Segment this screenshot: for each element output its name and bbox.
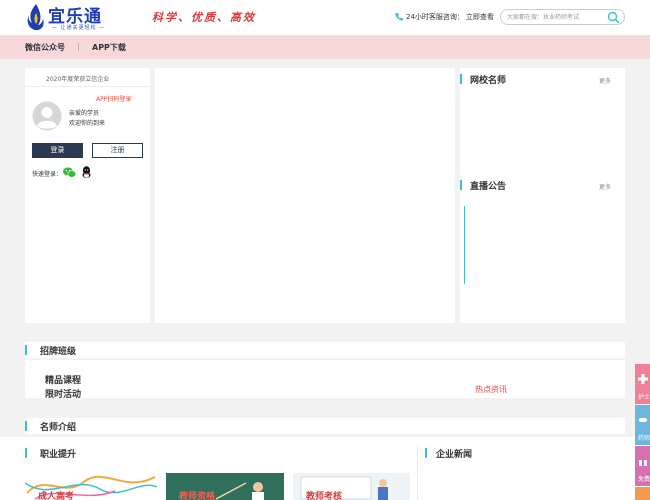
- site-header: 宜乐通 — 让通关更轻松 — 科学、优质、高效 24小时客服咨询： 立即查看: [0, 0, 650, 35]
- wechat-icon[interactable]: [63, 167, 76, 178]
- thumb-caption: 教师资格: [179, 492, 216, 500]
- career-title: 职业提升: [40, 450, 77, 460]
- recruit-header: 招牌班级: [25, 342, 625, 358]
- company-news-title: 企业新闻: [436, 450, 473, 460]
- thumb-caption: 教师考核: [306, 492, 343, 500]
- greeting-line-1: 亲爱的学员: [69, 110, 100, 117]
- teachers-title: 网校名师: [470, 76, 507, 86]
- slogan: 科学、优质、高效: [152, 11, 256, 24]
- float-item-free[interactable]: 免费: [635, 446, 650, 486]
- hot-news-link[interactable]: 热点资讯: [475, 384, 507, 395]
- section-marker: [25, 345, 27, 355]
- section-marker: [425, 448, 427, 458]
- notice-more-link[interactable]: 更多: [599, 182, 611, 191]
- section-marker: [25, 421, 27, 431]
- teachers-more-link[interactable]: 更多: [599, 76, 611, 85]
- site-logo[interactable]: 宜乐通 — 让通关更轻松 —: [26, 3, 126, 33]
- recruit-title: 招牌班级: [40, 347, 77, 357]
- honor-badge: 2020年度荣获立信企业: [46, 76, 110, 83]
- gift-icon: [639, 457, 647, 466]
- divider: [25, 86, 150, 87]
- nurse-icon: [638, 374, 648, 384]
- teachers-intro-header: 名师介绍: [25, 418, 625, 434]
- float-item-pharmacist[interactable]: 药师: [635, 405, 650, 445]
- search-box: [500, 9, 625, 25]
- category-limited-events[interactable]: 限时活动: [45, 387, 81, 400]
- course-thumb-teacher-cert[interactable]: 教师资格: [166, 473, 284, 500]
- section-marker: [25, 448, 27, 458]
- hotline-link[interactable]: 立即查看: [466, 12, 494, 22]
- notice-title: 直播公告: [470, 182, 507, 192]
- register-button[interactable]: 注册: [92, 143, 143, 158]
- hotline: 24小时客服咨询： 立即查看: [394, 12, 494, 22]
- notice-divider: [464, 206, 465, 284]
- phone-icon: [395, 13, 403, 21]
- greeting-line-2: 欢迎你的到来: [69, 120, 106, 127]
- recruit-body: [25, 360, 625, 398]
- float-item-label: 护士: [638, 394, 650, 401]
- nav-item-wechat[interactable]: 微信公众号: [25, 42, 65, 53]
- teachers-intro-title: 名师介绍: [40, 423, 77, 433]
- course-thumb-adult-exam[interactable]: 成人高考: [25, 473, 157, 500]
- float-item-nurse[interactable]: 护士: [635, 364, 650, 404]
- section-marker: [460, 180, 462, 190]
- thumb-caption: 成人高考: [38, 492, 75, 500]
- float-item-more[interactable]: [635, 487, 650, 500]
- section-marker: [460, 74, 462, 84]
- pill-icon: [639, 418, 647, 422]
- nav-bar: 微信公众号 APP下载: [0, 35, 650, 59]
- app-scan-login-link[interactable]: APP扫码登录: [96, 94, 131, 103]
- nav-separator: [78, 43, 79, 51]
- search-icon[interactable]: [607, 11, 620, 24]
- login-button[interactable]: 登录: [32, 143, 83, 158]
- search-input[interactable]: [507, 12, 602, 22]
- course-thumb-teacher-assessment[interactable]: 教师考核: [293, 473, 410, 500]
- column-divider: [417, 445, 418, 500]
- quick-login-label: 快速登录：: [32, 171, 63, 178]
- nav-item-app-download[interactable]: APP下载: [92, 42, 126, 53]
- qq-icon[interactable]: [81, 166, 92, 179]
- main-banner[interactable]: [155, 68, 455, 323]
- side-panel: 网校名师 更多 直播公告 更多: [460, 68, 625, 323]
- category-premium-courses[interactable]: 精品课程: [45, 373, 81, 386]
- float-item-label: 药师: [638, 435, 650, 442]
- avatar: [32, 101, 62, 131]
- float-item-label: 免费: [638, 476, 650, 483]
- hotline-label: 24小时客服咨询：: [406, 13, 464, 21]
- logo-tagline: — 让通关更轻松 —: [52, 25, 106, 31]
- login-panel: 2020年度荣获立信企业 APP扫码登录 亲爱的学员 欢迎你的到来 登录 注册 …: [25, 68, 150, 323]
- flame-logo-icon: [27, 4, 44, 31]
